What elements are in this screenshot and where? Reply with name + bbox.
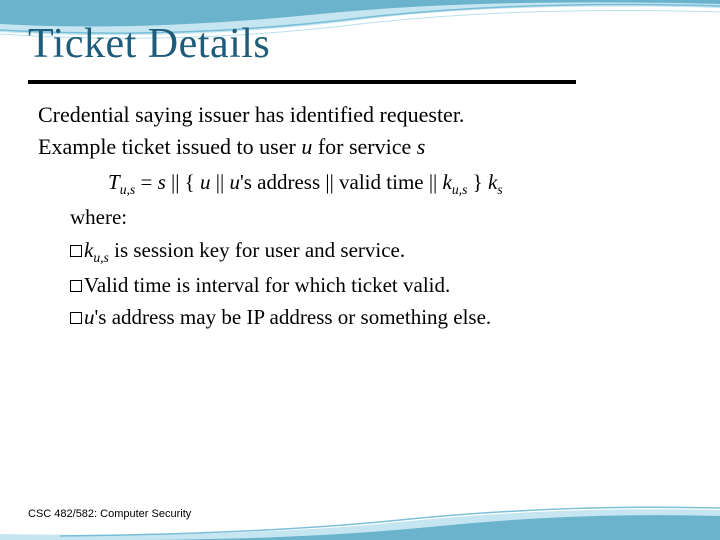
slide-body: Credential saying issuer has identified … xyxy=(38,100,678,335)
formula-bar1: || { xyxy=(166,170,200,194)
formula-u1: u xyxy=(200,170,211,194)
lead2-u: u xyxy=(301,134,312,159)
formula-u2: u xyxy=(229,170,240,194)
bullet-1: ku,s is session key for user and service… xyxy=(70,235,678,268)
b3-rest: 's address may be IP address or somethin… xyxy=(95,305,492,329)
b1-sub: u,s xyxy=(93,250,109,265)
lead2-mid: for service xyxy=(312,134,416,159)
bullet-box-icon xyxy=(70,245,82,257)
b3-u: u xyxy=(84,305,95,329)
lead-line-2: Example ticket issued to user u for serv… xyxy=(38,132,678,162)
formula-T: T xyxy=(108,170,120,194)
formula-s: s xyxy=(158,170,166,194)
where-line: where: xyxy=(70,202,678,232)
title-underline xyxy=(28,80,576,84)
formula-bar2: || xyxy=(211,170,230,194)
lead-line-1: Credential saying issuer has identified … xyxy=(38,100,678,130)
formula-eq: = xyxy=(135,170,157,194)
b1-k: k xyxy=(84,238,93,262)
formula-line: Tu,s = s || { u || u's address || valid … xyxy=(108,167,678,200)
formula-close: } xyxy=(467,170,488,194)
bullet-3: u's address may be IP address or somethi… xyxy=(70,302,678,332)
lead2-pre: Example ticket issued to user xyxy=(38,134,301,159)
b2-text: Valid time is interval for which ticket … xyxy=(84,273,450,297)
bullet-box-icon xyxy=(70,312,82,324)
bullet-box-icon xyxy=(70,280,82,292)
formula-block: Tu,s = s || { u || u's address || valid … xyxy=(70,167,678,332)
footer-text: CSC 482/582: Computer Security xyxy=(28,508,191,520)
formula-sub-ks: s xyxy=(497,183,502,198)
formula-sub-us: u,s xyxy=(120,183,136,198)
formula-ks: k xyxy=(488,170,497,194)
slide-title: Ticket Details xyxy=(28,20,270,68)
b1-rest: is session key for user and service. xyxy=(109,238,405,262)
formula-sub-kus: u,s xyxy=(452,183,468,198)
bullet-2: Valid time is interval for which ticket … xyxy=(70,270,678,300)
lead2-s: s xyxy=(417,134,426,159)
formula-addr: 's address || valid time || xyxy=(240,170,443,194)
formula-k: k xyxy=(443,170,452,194)
